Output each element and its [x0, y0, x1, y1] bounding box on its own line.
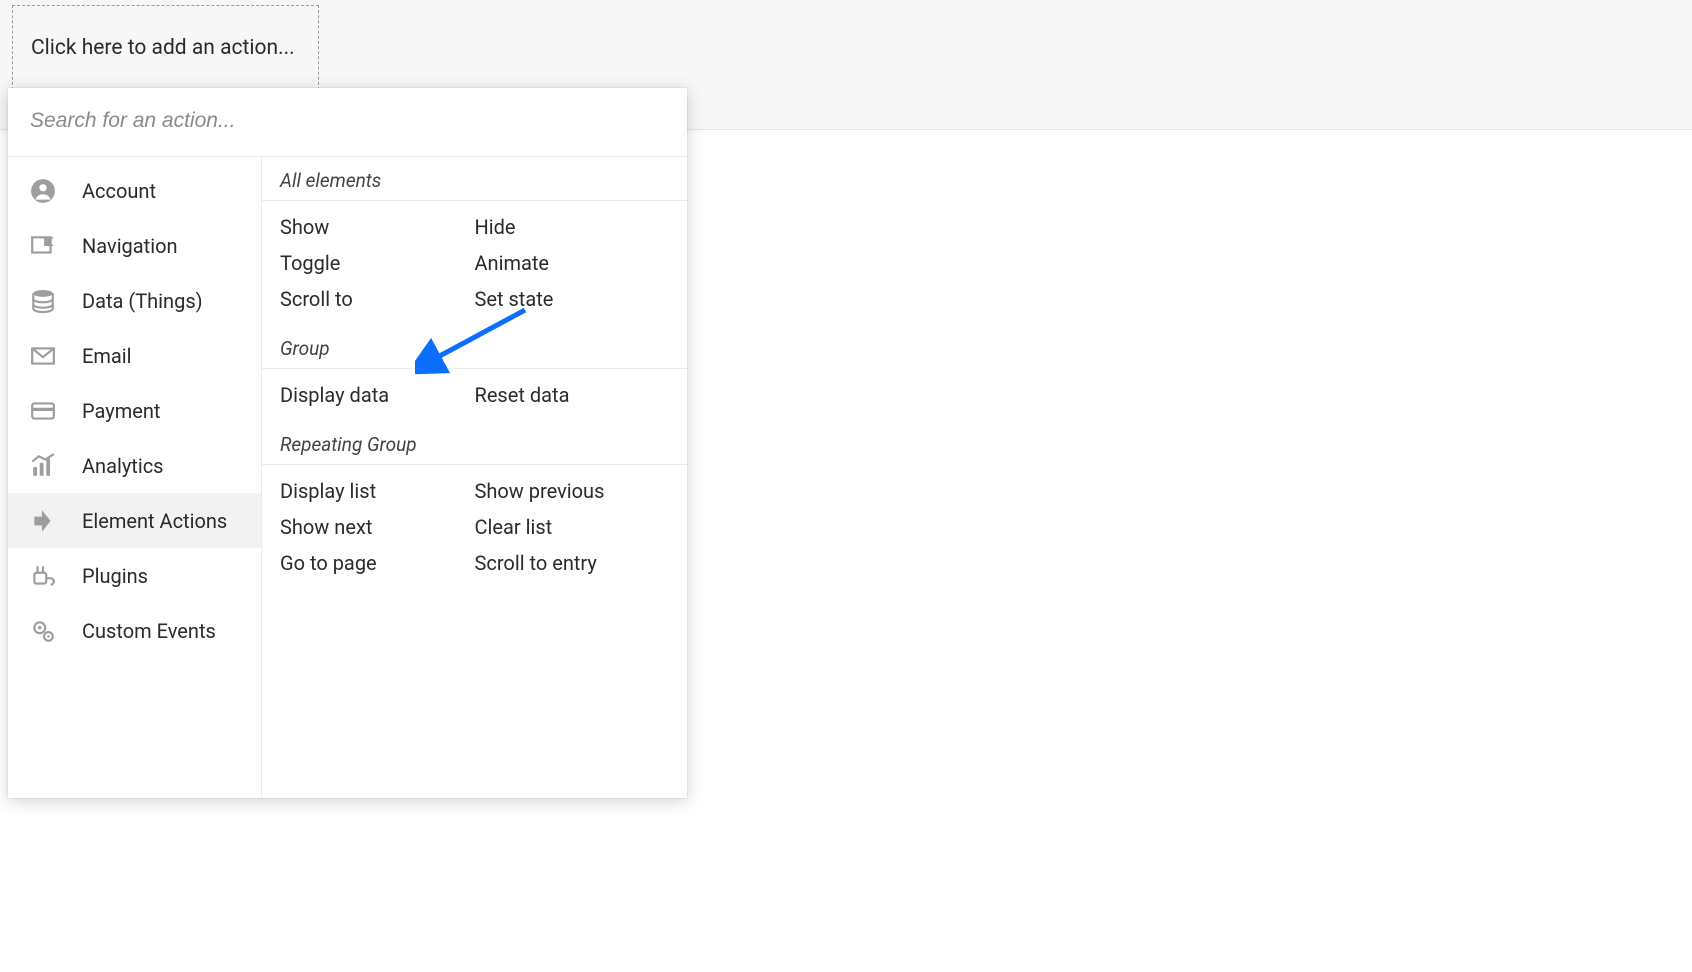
action-row: Display listShow previous: [280, 473, 669, 509]
action-section-header: All elements: [262, 159, 687, 201]
action-item[interactable]: Animate: [475, 245, 670, 281]
category-label: Data (Things): [82, 289, 203, 313]
navigation-icon: [28, 231, 58, 261]
category-label: Account: [82, 179, 156, 203]
action-row: ToggleAnimate: [280, 245, 669, 281]
category-label: Navigation: [82, 234, 178, 258]
category-label: Analytics: [82, 454, 164, 478]
action-row: Go to pageScroll to entry: [280, 545, 669, 581]
search-wrap: [8, 88, 687, 157]
action-row: Show nextClear list: [280, 509, 669, 545]
category-item[interactable]: Account: [8, 163, 261, 218]
category-label: Plugins: [82, 564, 148, 588]
action-row: ShowHide: [280, 209, 669, 245]
action-section-header: Group: [262, 327, 687, 369]
category-label: Custom Events: [82, 619, 216, 643]
action-item[interactable]: Display data: [280, 377, 475, 413]
action-item[interactable]: Scroll to entry: [475, 545, 670, 581]
search-input[interactable]: [30, 98, 665, 144]
action-picker-dropdown: Account Navigation Data (Things) Email Payme…: [8, 88, 687, 798]
action-section-body: Display dataReset data: [262, 369, 687, 423]
category-item[interactable]: Custom Events: [8, 603, 261, 658]
action-item[interactable]: Toggle: [280, 245, 475, 281]
action-row: Display dataReset data: [280, 377, 669, 413]
action-item[interactable]: Scroll to: [280, 281, 475, 317]
action-section-body: ShowHideToggleAnimateScroll toSet state: [262, 201, 687, 327]
element-icon: [28, 506, 58, 536]
add-action-placeholder[interactable]: Click here to add an action...: [12, 5, 319, 90]
action-item[interactable]: Go to page: [280, 545, 475, 581]
category-label: Payment: [82, 399, 160, 423]
category-item[interactable]: Analytics: [8, 438, 261, 493]
category-item[interactable]: Navigation: [8, 218, 261, 273]
action-column: All elementsShowHideToggleAnimateScroll …: [262, 157, 687, 798]
action-item[interactable]: Show next: [280, 509, 475, 545]
dropdown-columns: Account Navigation Data (Things) Email Payme…: [8, 157, 687, 798]
action-item[interactable]: Show previous: [475, 473, 670, 509]
action-row: Scroll toSet state: [280, 281, 669, 317]
payment-icon: [28, 396, 58, 426]
action-item[interactable]: Display list: [280, 473, 475, 509]
action-item[interactable]: Set state: [475, 281, 670, 317]
action-item[interactable]: Hide: [475, 209, 670, 245]
category-item[interactable]: Element Actions: [8, 493, 261, 548]
action-section-header: Repeating Group: [262, 423, 687, 465]
plugins-icon: [28, 561, 58, 591]
data-icon: [28, 286, 58, 316]
category-item[interactable]: Data (Things): [8, 273, 261, 328]
gears-icon: [28, 616, 58, 646]
category-column: Account Navigation Data (Things) Email Payme…: [8, 157, 262, 798]
category-label: Email: [82, 344, 132, 368]
email-icon: [28, 341, 58, 371]
action-item[interactable]: Show: [280, 209, 475, 245]
category-item[interactable]: Payment: [8, 383, 261, 438]
analytics-icon: [28, 451, 58, 481]
action-item[interactable]: Reset data: [475, 377, 670, 413]
category-item[interactable]: Plugins: [8, 548, 261, 603]
account-icon: [28, 176, 58, 206]
action-section-body: Display listShow previousShow nextClear …: [262, 465, 687, 591]
add-action-label: Click here to add an action...: [31, 36, 295, 60]
action-item[interactable]: Clear list: [475, 509, 670, 545]
category-item[interactable]: Email: [8, 328, 261, 383]
category-label: Element Actions: [82, 509, 227, 533]
